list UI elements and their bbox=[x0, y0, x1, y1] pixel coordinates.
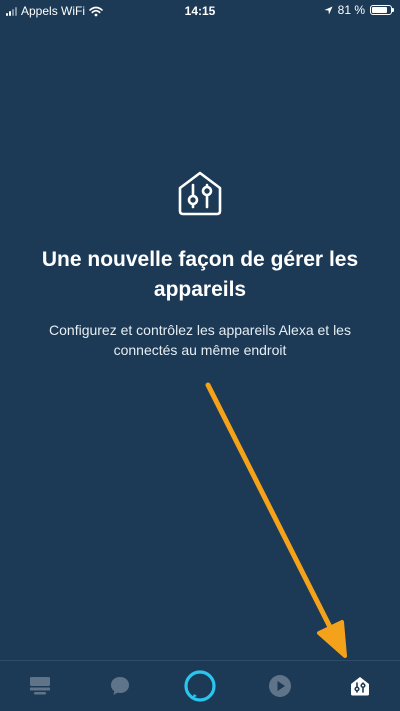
tab-home[interactable] bbox=[20, 669, 60, 703]
devices-house-icon bbox=[351, 677, 369, 696]
page-description: Configurez et contrôlez les appareils Al… bbox=[49, 322, 351, 358]
battery-label: 81 % bbox=[337, 3, 365, 17]
home-dashboard-icon bbox=[30, 677, 50, 695]
play-icon bbox=[269, 675, 291, 697]
status-right: 81 % bbox=[324, 3, 394, 17]
tab-alexa[interactable] bbox=[180, 669, 220, 703]
status-bar: Appels WiFi 14:15 81 % bbox=[0, 0, 400, 22]
tab-bar bbox=[0, 660, 400, 711]
smart-home-icon bbox=[178, 171, 222, 216]
tab-communicate[interactable] bbox=[100, 669, 140, 703]
tab-devices[interactable] bbox=[340, 669, 380, 703]
battery-fill bbox=[372, 7, 387, 13]
chat-bubble-icon bbox=[111, 677, 129, 695]
tab-play[interactable] bbox=[260, 669, 300, 703]
alexa-ring-icon bbox=[184, 670, 216, 702]
page-title: Une nouvelle façon de gérer les appareil… bbox=[41, 248, 359, 301]
location-arrow-icon bbox=[324, 5, 333, 15]
battery-icon bbox=[370, 5, 394, 15]
